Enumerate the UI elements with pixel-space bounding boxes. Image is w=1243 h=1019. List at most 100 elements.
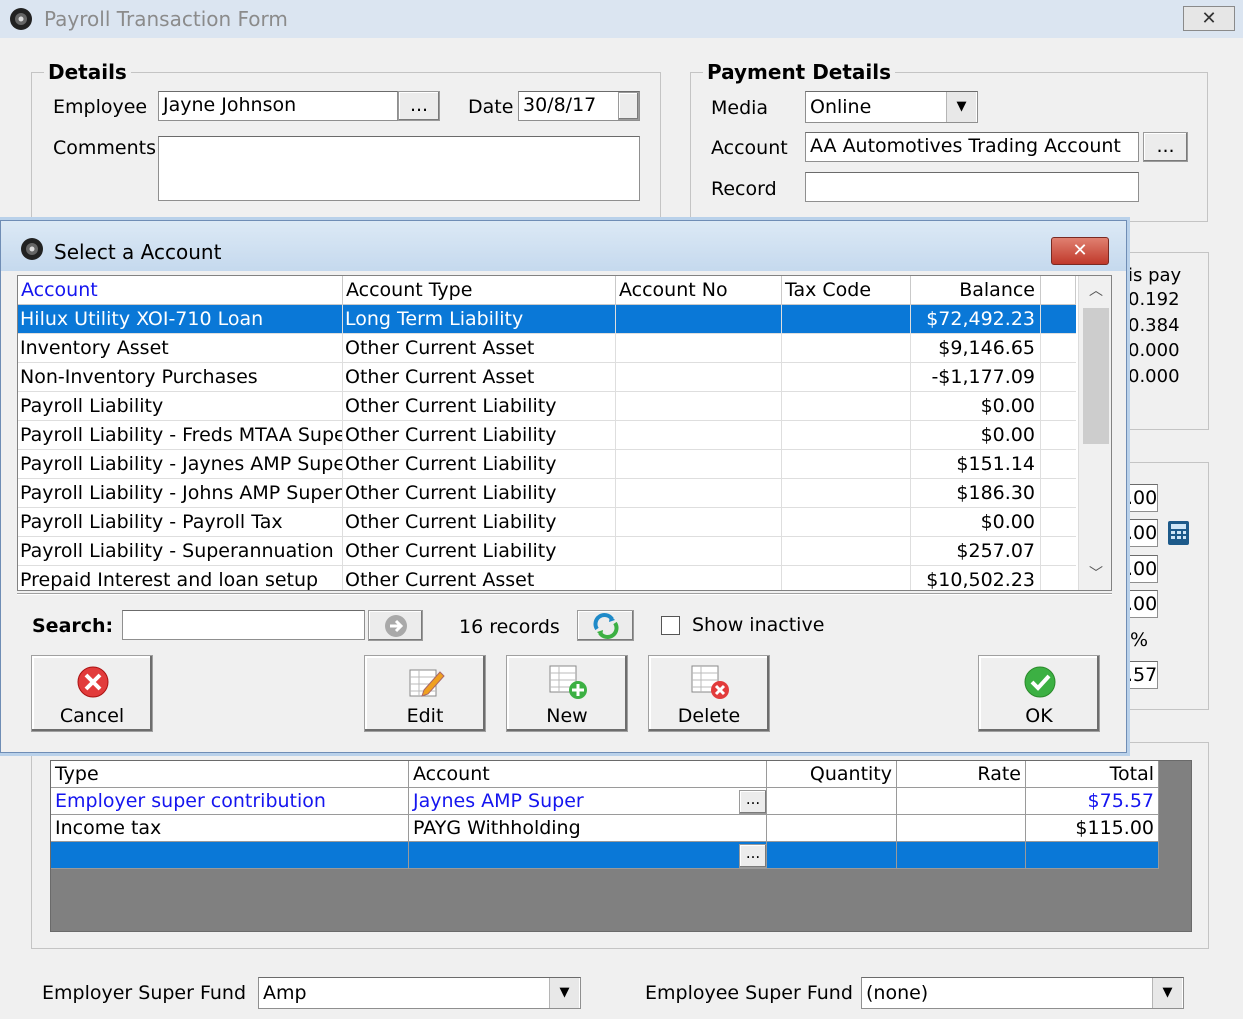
record-field[interactable]: [805, 172, 1139, 202]
balance-cell[interactable]: $0.00: [911, 508, 1041, 537]
tax-code-cell[interactable]: [782, 305, 911, 334]
account-type-cell[interactable]: Other Current Liability: [343, 450, 616, 479]
account-row[interactable]: Payroll Liability - Superannuation Other …: [18, 537, 1076, 566]
account-row[interactable]: Payroll Liability - Jaynes AMP Super Othe…: [18, 450, 1076, 479]
col-rate-header[interactable]: Rate: [897, 761, 1026, 788]
col-account-header[interactable]: Account: [409, 761, 767, 788]
balance-cell[interactable]: $151.14: [911, 450, 1041, 479]
line-total-cell[interactable]: $115.00: [1026, 815, 1159, 842]
cancel-button[interactable]: Cancel: [31, 655, 153, 732]
line-rate-cell[interactable]: [897, 842, 1026, 869]
account-no-cell[interactable]: [616, 392, 782, 421]
line-account-cell[interactable]: [409, 842, 767, 869]
tax-code-cell[interactable]: [782, 421, 911, 450]
payment-account-field[interactable]: AA Automotives Trading Account: [805, 132, 1139, 162]
table-row[interactable]: Income tax PAYG Withholding $115.00: [51, 815, 1159, 842]
calculator-icon[interactable]: [1167, 520, 1191, 546]
comments-field[interactable]: [158, 136, 640, 201]
tax-code-cell[interactable]: [782, 334, 911, 363]
account-type-cell[interactable]: Other Current Liability: [343, 537, 616, 566]
employer-super-fund-select[interactable]: Amp: [258, 977, 581, 1009]
line-quantity-cell[interactable]: [767, 788, 897, 815]
line-type-cell[interactable]: Income tax: [51, 815, 409, 842]
search-go-button[interactable]: [368, 610, 423, 641]
account-cell[interactable]: Payroll Liability - Payroll Tax: [18, 508, 343, 537]
account-cell[interactable]: Inventory Asset: [18, 334, 343, 363]
line-account-browse-button[interactable]: ...: [739, 790, 767, 814]
balance-cell[interactable]: $257.07: [911, 537, 1041, 566]
dropdown-arrow-icon[interactable]: ▼: [549, 978, 579, 1008]
account-cell[interactable]: Payroll Liability - Johns AMP Super: [18, 479, 343, 508]
amount-field-3[interactable]: .00: [1124, 555, 1158, 583]
tax-code-cell[interactable]: [782, 363, 911, 392]
dialog-close-button[interactable]: ✕: [1051, 237, 1109, 265]
balance-cell[interactable]: $0.00: [911, 421, 1041, 450]
ok-button[interactable]: OK: [978, 655, 1100, 732]
account-row[interactable]: Prepaid Interest and loan setup Other Cur…: [18, 566, 1076, 590]
scroll-thumb[interactable]: [1083, 308, 1109, 444]
refresh-button[interactable]: [577, 610, 634, 641]
tax-code-cell[interactable]: [782, 479, 911, 508]
delete-button[interactable]: Delete: [648, 655, 770, 732]
dropdown-arrow-icon[interactable]: ▼: [946, 92, 976, 122]
scroll-up-icon[interactable]: ︿: [1079, 276, 1111, 306]
account-row[interactable]: Payroll Liability - Johns AMP Super Other…: [18, 479, 1076, 508]
account-type-cell[interactable]: Long Term Liability: [343, 305, 616, 334]
account-row[interactable]: Inventory Asset Other Current Asset $9,146…: [18, 334, 1076, 363]
employee-super-fund-select[interactable]: (none): [861, 977, 1184, 1009]
col-quantity-header[interactable]: Quantity: [767, 761, 897, 788]
window-close-button[interactable]: ✕: [1183, 6, 1235, 31]
account-row[interactable]: Payroll Liability Other Current Liability…: [18, 392, 1076, 421]
tax-code-cell[interactable]: [782, 537, 911, 566]
line-quantity-cell[interactable]: [767, 815, 897, 842]
amount-field-1[interactable]: .00: [1124, 484, 1158, 512]
account-type-cell[interactable]: Other Current Asset: [343, 363, 616, 392]
account-type-cell[interactable]: Other Current Liability: [343, 392, 616, 421]
account-cell[interactable]: Payroll Liability - Jaynes AMP Super: [18, 450, 343, 479]
employee-field[interactable]: Jayne Johnson: [158, 91, 398, 121]
account-no-cell[interactable]: [616, 421, 782, 450]
account-no-cell[interactable]: [616, 363, 782, 392]
tax-code-cell[interactable]: [782, 392, 911, 421]
col-account-no-header[interactable]: Account No: [616, 276, 782, 305]
line-account-cell[interactable]: PAYG Withholding: [409, 815, 767, 842]
date-picker-button[interactable]: [618, 92, 639, 120]
col-account-type-header[interactable]: Account Type: [343, 276, 616, 305]
account-no-cell[interactable]: [616, 305, 782, 334]
balance-cell[interactable]: $9,146.65: [911, 334, 1041, 363]
account-row[interactable]: Non-Inventory Purchases Other Current Ass…: [18, 363, 1076, 392]
account-type-cell[interactable]: Other Current Liability: [343, 421, 616, 450]
tax-code-cell[interactable]: [782, 450, 911, 479]
line-quantity-cell[interactable]: [767, 842, 897, 869]
table-row-new[interactable]: ...: [51, 842, 1159, 869]
account-no-cell[interactable]: [616, 566, 782, 590]
col-type-header[interactable]: Type: [51, 761, 409, 788]
balance-cell[interactable]: $10,502.23: [911, 566, 1041, 590]
account-type-cell[interactable]: Other Current Asset: [343, 566, 616, 590]
tax-code-cell[interactable]: [782, 508, 911, 537]
col-balance-header[interactable]: Balance: [911, 276, 1041, 305]
scroll-down-icon[interactable]: ﹀: [1079, 559, 1111, 589]
account-no-cell[interactable]: [616, 450, 782, 479]
account-type-cell[interactable]: Other Current Liability: [343, 479, 616, 508]
line-type-cell[interactable]: [51, 842, 409, 869]
col-total-header[interactable]: Total: [1026, 761, 1159, 788]
account-no-cell[interactable]: [616, 508, 782, 537]
account-cell[interactable]: Non-Inventory Purchases: [18, 363, 343, 392]
search-input[interactable]: [122, 610, 365, 640]
table-row[interactable]: Employer super contribution Jaynes AMP S…: [51, 788, 1159, 815]
col-account-header[interactable]: Account: [18, 276, 343, 305]
employee-browse-button[interactable]: ...: [398, 91, 440, 121]
balance-cell[interactable]: $0.00: [911, 392, 1041, 421]
amount-field-4[interactable]: .00: [1124, 590, 1158, 618]
account-row[interactable]: Hilux Utility XOI-710 Loan Long Term Liab…: [18, 305, 1076, 334]
account-no-cell[interactable]: [616, 537, 782, 566]
account-cell[interactable]: Hilux Utility XOI-710 Loan: [18, 305, 343, 334]
line-account-cell[interactable]: Jaynes AMP Super: [409, 788, 767, 815]
new-button[interactable]: New: [506, 655, 628, 732]
account-cell[interactable]: Payroll Liability: [18, 392, 343, 421]
line-type-cell[interactable]: Employer super contribution: [51, 788, 409, 815]
line-rate-cell[interactable]: [897, 815, 1026, 842]
line-rate-cell[interactable]: [897, 788, 1026, 815]
tax-code-cell[interactable]: [782, 566, 911, 590]
